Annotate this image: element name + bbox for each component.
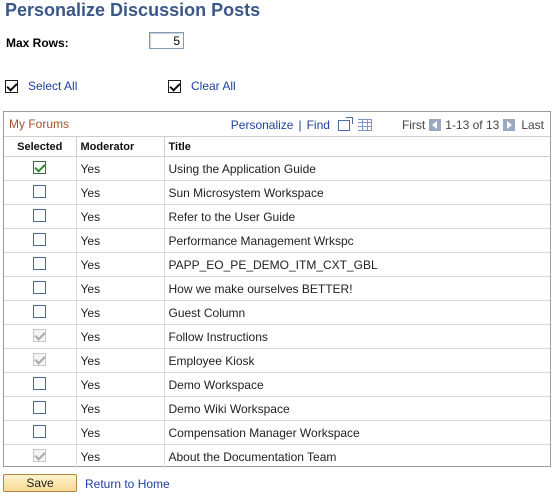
download-grid-icon[interactable] <box>357 119 372 131</box>
clear-all-group: Clear All <box>168 79 236 93</box>
row-select-checkbox[interactable] <box>33 184 47 198</box>
moderator-cell: Yes <box>76 348 165 373</box>
col-header-selected[interactable]: Selected <box>4 137 77 157</box>
table-row: Yes Demo Wiki Workspace <box>4 396 550 421</box>
title-cell: Guest Column <box>164 300 550 325</box>
moderator-cell: Yes <box>76 300 165 325</box>
table-row: Yes Demo Workspace <box>4 372 550 397</box>
table-row: Yes Refer to the User Guide <box>4 204 550 229</box>
row-select-checkbox[interactable] <box>33 376 47 390</box>
max-rows-label: Max Rows: <box>6 36 69 50</box>
selected-cell <box>4 372 77 397</box>
save-button[interactable]: Save <box>3 474 77 492</box>
moderator-cell: Yes <box>76 372 165 397</box>
row-select-checkbox[interactable] <box>33 400 47 414</box>
grid-title: My Forums <box>9 117 69 131</box>
table-row: Yes PAPP_EO_PE_DEMO_ITM_CXT_GBL <box>4 252 550 277</box>
table-row: Yes Follow Instructions <box>4 324 550 349</box>
selected-cell <box>4 204 77 229</box>
title-cell: Employee Kiosk <box>164 348 550 373</box>
title-cell: Refer to the User Guide <box>164 204 550 229</box>
moderator-cell: Yes <box>76 180 165 205</box>
selected-cell <box>4 324 77 349</box>
table-row: Yes Guest Column <box>4 300 550 325</box>
row-range: 1-13 of 13 <box>445 118 500 132</box>
row-select-checkbox[interactable] <box>33 256 47 270</box>
moderator-cell: Yes <box>76 420 165 445</box>
title-cell: About the Documentation Team <box>168 449 337 464</box>
table-row: Yes Sun Microsystem Workspace <box>4 180 550 205</box>
row-select-checkbox[interactable] <box>33 424 47 438</box>
table-row: Yes Performance Management Wrkspc <box>4 228 550 253</box>
first-link[interactable]: First <box>402 118 425 132</box>
table-row: Yes Employee Kiosk <box>4 348 550 373</box>
personalize-link[interactable]: Personalize <box>231 118 294 132</box>
row-select-checkbox[interactable] <box>33 208 47 222</box>
moderator-cell: Yes <box>76 252 165 277</box>
grid-navigation: Personalize | Find First 1-13 of 13 Last <box>231 116 544 132</box>
row-select-checkbox <box>33 328 47 342</box>
col-header-moderator[interactable]: Moderator <box>76 137 165 157</box>
row-select-checkbox[interactable] <box>33 280 47 294</box>
row-select-checkbox[interactable] <box>33 304 47 318</box>
title-cell: Using the Application Guide <box>164 156 550 181</box>
select-all-checkbox[interactable] <box>5 79 18 93</box>
table-row: Yes Compensation Manager Workspace <box>4 420 550 445</box>
title-cell: How we make ourselves BETTER! <box>164 276 550 301</box>
clear-all-link[interactable]: Clear All <box>191 79 236 93</box>
return-to-home-link[interactable]: Return to Home <box>85 477 170 491</box>
forums-table: Selected Moderator Title Yes Using the Ap… <box>4 137 550 468</box>
view-all-icon[interactable] <box>337 116 353 131</box>
table-row: Yes About the Documentation Team <box>4 444 550 468</box>
selected-cell <box>4 396 77 421</box>
moderator-cell: Yes <box>76 276 165 301</box>
find-link[interactable]: Find <box>307 118 330 132</box>
page-title: Personalize Discussion Posts <box>5 0 261 20</box>
moderator-cell: Yes <box>76 156 165 181</box>
col-header-title[interactable]: Title <box>164 137 550 157</box>
selected-cell <box>4 444 77 468</box>
moderator-cell: Yes <box>76 324 165 349</box>
last-link[interactable]: Last <box>521 118 544 132</box>
row-select-checkbox[interactable] <box>33 232 47 246</box>
selected-cell <box>4 156 77 181</box>
title-cell: Demo Wiki Workspace <box>164 396 550 421</box>
table-row: Yes How we make ourselves BETTER! <box>4 276 550 301</box>
title-cell: Compensation Manager Workspace <box>164 420 550 445</box>
row-select-checkbox[interactable] <box>33 160 47 174</box>
title-cell: Sun Microsystem Workspace <box>164 180 550 205</box>
grid-header: My Forums Personalize | Find First 1-13 … <box>4 112 550 137</box>
selected-cell <box>4 348 77 373</box>
clear-all-checkbox[interactable] <box>168 79 181 93</box>
title-cell: Performance Management Wrkspc <box>164 228 550 253</box>
previous-arrow-icon[interactable] <box>429 119 442 131</box>
forums-grid: My Forums Personalize | Find First 1-13 … <box>3 111 551 468</box>
title-cell: Follow Instructions <box>164 324 550 349</box>
title-cell: PAPP_EO_PE_DEMO_ITM_CXT_GBL <box>164 252 550 277</box>
selected-cell <box>4 228 77 253</box>
row-select-checkbox <box>33 352 47 366</box>
table-header-row: Selected Moderator Title <box>4 137 550 157</box>
table-body: Yes Using the Application Guide Yes Sun Mic… <box>4 156 550 468</box>
moderator-cell: Yes <box>76 444 165 468</box>
table-row: Yes Using the Application Guide <box>4 156 550 181</box>
nav-separator: | <box>298 118 302 132</box>
max-rows-input[interactable] <box>149 32 184 49</box>
selected-cell <box>4 300 77 325</box>
moderator-cell: Yes <box>76 228 165 253</box>
next-arrow-icon[interactable] <box>503 119 516 131</box>
select-all-group: Select All <box>5 79 77 93</box>
moderator-cell: Yes <box>76 396 165 421</box>
selected-cell <box>4 252 77 277</box>
selected-cell <box>4 420 77 445</box>
selected-cell <box>4 180 77 205</box>
title-cell: Demo Workspace <box>164 372 550 397</box>
moderator-cell: Yes <box>76 204 165 229</box>
selected-cell <box>4 276 77 301</box>
select-all-link[interactable]: Select All <box>28 79 77 93</box>
row-select-checkbox <box>33 448 47 462</box>
